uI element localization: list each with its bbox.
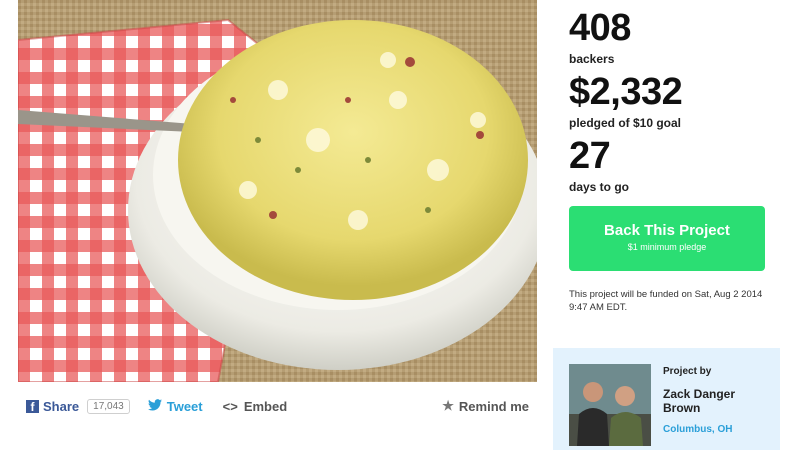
funding-deadline-note: This project will be funded on Sat, Aug … <box>569 289 763 313</box>
backers-label: backers <box>569 52 615 66</box>
creator-name[interactable]: Zack Danger Brown <box>663 387 763 415</box>
days-to-go-label: days to go <box>569 180 630 194</box>
share-count-badge: 17,043 <box>87 398 130 414</box>
back-button-label: Back This Project <box>604 222 730 239</box>
potato-salad-photo <box>18 0 537 382</box>
backers-count: 408 <box>569 7 631 49</box>
remind-me-label: Remind me <box>458 398 529 414</box>
embed-icon: <> <box>222 398 238 414</box>
facebook-icon: f <box>26 399 39 414</box>
embed-label: Embed <box>243 398 288 414</box>
twitter-icon <box>147 398 162 414</box>
creator-location-link[interactable]: Columbus, OH <box>663 424 732 435</box>
project-stats: 408 backers $2,332 pledged of $10 goal 2… <box>569 8 789 200</box>
project-by-heading: Project by <box>663 366 712 377</box>
days-to-go-count: 27 <box>569 135 611 177</box>
pledged-amount: $2,332 <box>569 71 683 113</box>
tweet-button[interactable]: Tweet <box>147 398 203 414</box>
embed-button[interactable]: <> Embed <box>223 399 288 414</box>
minimum-pledge-label: $1 minimum pledge <box>627 242 707 252</box>
tweet-label: Tweet <box>166 398 203 414</box>
project-hero-image[interactable] <box>18 0 537 382</box>
facebook-share-button[interactable]: f Share 17,043 <box>18 398 130 414</box>
remind-me-button[interactable]: ★ Remind me <box>442 398 529 414</box>
project-page: f Share 17,043 Tweet <> Embed ★ Remind m… <box>0 0 800 450</box>
share-bar: f Share 17,043 Tweet <> Embed ★ Remind m… <box>18 392 537 420</box>
creator-card: Project by Zack Danger Brown Columbus, O… <box>553 348 780 450</box>
pledged-label: pledged of $10 goal <box>569 116 682 130</box>
facebook-share-label: Share <box>43 398 80 414</box>
back-this-project-button[interactable]: Back This Project $1 minimum pledge <box>569 206 765 271</box>
creator-avatar[interactable] <box>569 364 651 446</box>
star-icon: ★ <box>442 398 454 413</box>
